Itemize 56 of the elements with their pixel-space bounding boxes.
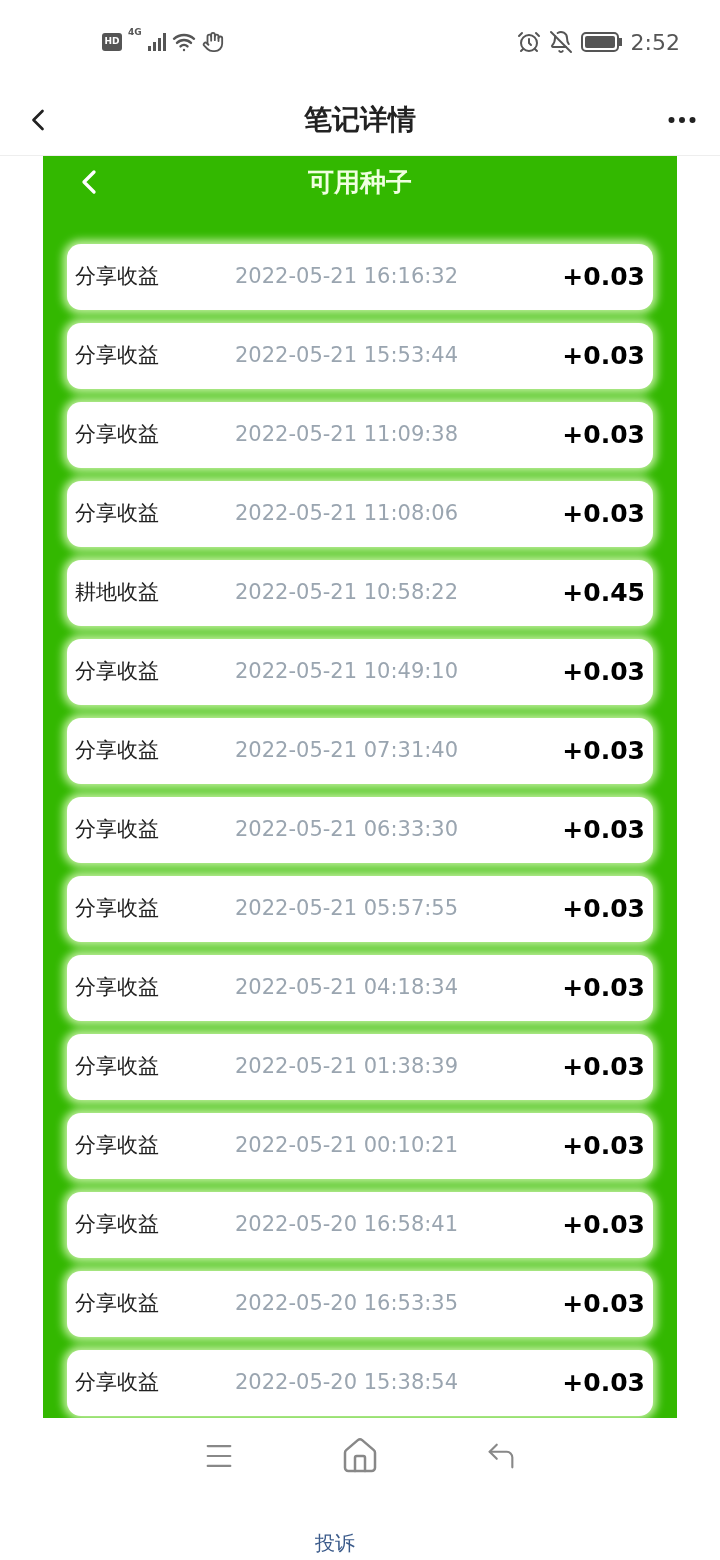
record-label: 分享收益 <box>75 421 160 449</box>
record-label: 分享收益 <box>75 1211 160 1239</box>
record-label: 分享收益 <box>75 1053 160 1081</box>
battery-icon <box>580 32 623 52</box>
record-time: 2022-05-21 15:53:44 <box>235 342 460 370</box>
record-time: 2022-05-20 16:53:35 <box>235 1290 460 1318</box>
record-amount: +0.03 <box>562 1367 645 1400</box>
alarm-icon <box>516 30 541 54</box>
record-amount: +0.03 <box>562 498 645 531</box>
record-label: 分享收益 <box>75 500 160 528</box>
clock-time: 2:52 <box>630 28 680 57</box>
record-time: 2022-05-21 06:33:30 <box>235 816 460 844</box>
record-amount: +0.03 <box>562 893 645 926</box>
record-label: 分享收益 <box>75 658 160 686</box>
bell-off-icon <box>548 30 573 54</box>
record-amount: +0.03 <box>562 340 645 373</box>
record-amount: +0.03 <box>562 814 645 847</box>
complaint-link[interactable]: 投诉 <box>315 1528 355 1558</box>
signal-icon <box>147 33 166 51</box>
record-time: 2022-05-21 11:09:38 <box>235 421 460 449</box>
record-label: 分享收益 <box>75 895 160 923</box>
record-amount: +0.03 <box>562 1288 645 1321</box>
record-time: 2022-05-21 07:31:40 <box>235 737 460 765</box>
record-label: 分享收益 <box>75 974 160 1002</box>
network-type: 4G <box>128 26 142 39</box>
record-amount: +0.03 <box>562 261 645 294</box>
record-time: 2022-05-21 01:38:39 <box>235 1053 460 1081</box>
record-amount: +0.03 <box>562 656 645 689</box>
hd-icon: HD <box>102 33 122 51</box>
record-time: 2022-05-21 04:18:34 <box>235 974 460 1002</box>
record-amount: +0.03 <box>562 1051 645 1084</box>
record-label: 分享收益 <box>75 263 160 291</box>
record-label: 耕地收益 <box>75 579 160 607</box>
record-time: 2022-05-21 16:16:32 <box>235 263 460 291</box>
record-time: 2022-05-21 10:58:22 <box>235 579 460 607</box>
record-amount: +0.03 <box>562 1209 645 1242</box>
record-time: 2022-05-20 16:58:41 <box>235 1211 460 1239</box>
record-label: 分享收益 <box>75 737 160 765</box>
record-label: 分享收益 <box>75 1132 160 1160</box>
record-amount: +0.03 <box>562 972 645 1005</box>
record-amount: +0.45 <box>562 577 645 610</box>
record-amount: +0.03 <box>562 1130 645 1163</box>
record-label: 分享收益 <box>75 816 160 844</box>
record-amount: +0.03 <box>562 419 645 452</box>
record-time: 2022-05-21 10:49:10 <box>235 658 460 686</box>
record-time: 2022-05-20 15:38:54 <box>235 1369 460 1397</box>
record-time: 2022-05-21 00:10:21 <box>235 1132 460 1160</box>
record-time: 2022-05-21 05:57:55 <box>235 895 460 923</box>
record-time: 2022-05-21 11:08:06 <box>235 500 460 528</box>
panel-title: 可用种子 <box>308 165 412 199</box>
record-label: 分享收益 <box>75 1290 160 1318</box>
record-label: 分享收益 <box>75 342 160 370</box>
record-amount: +0.03 <box>562 735 645 768</box>
record-label: 分享收益 <box>75 1369 160 1397</box>
page-title: 笔记详情 <box>304 101 416 138</box>
hand-icon <box>201 31 224 53</box>
